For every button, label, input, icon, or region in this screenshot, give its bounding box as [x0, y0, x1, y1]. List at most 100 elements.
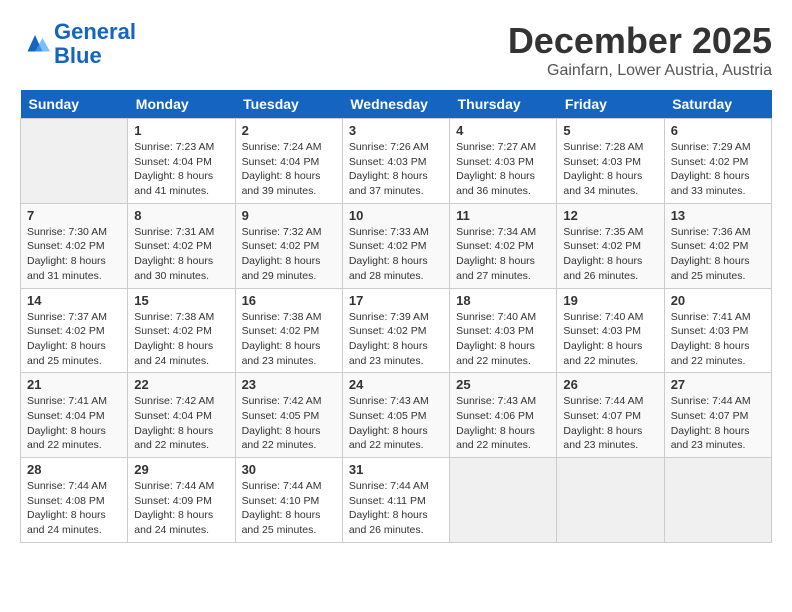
calendar-cell: 9 Sunrise: 7:32 AMSunset: 4:02 PMDaylight… [235, 203, 342, 288]
day-number: 16 [242, 293, 336, 308]
calendar-cell: 22 Sunrise: 7:42 AMSunset: 4:04 PMDayligh… [128, 373, 235, 458]
day-info: Sunrise: 7:38 AMSunset: 4:02 PMDaylight:… [134, 310, 228, 369]
logo-line2: Blue [54, 43, 102, 68]
calendar-cell [557, 458, 664, 543]
calendar-cell: 23 Sunrise: 7:42 AMSunset: 4:05 PMDayligh… [235, 373, 342, 458]
day-number: 2 [242, 123, 336, 138]
day-number: 17 [349, 293, 443, 308]
day-number: 27 [671, 377, 765, 392]
day-number: 4 [456, 123, 550, 138]
day-number: 5 [563, 123, 657, 138]
calendar-cell: 16 Sunrise: 7:38 AMSunset: 4:02 PMDayligh… [235, 288, 342, 373]
day-info: Sunrise: 7:34 AMSunset: 4:02 PMDaylight:… [456, 225, 550, 284]
day-info: Sunrise: 7:29 AMSunset: 4:02 PMDaylight:… [671, 140, 765, 199]
day-info: Sunrise: 7:24 AMSunset: 4:04 PMDaylight:… [242, 140, 336, 199]
day-info: Sunrise: 7:42 AMSunset: 4:04 PMDaylight:… [134, 394, 228, 453]
calendar-cell [664, 458, 771, 543]
day-number: 1 [134, 123, 228, 138]
day-info: Sunrise: 7:32 AMSunset: 4:02 PMDaylight:… [242, 225, 336, 284]
calendar-cell: 19 Sunrise: 7:40 AMSunset: 4:03 PMDayligh… [557, 288, 664, 373]
calendar-cell: 10 Sunrise: 7:33 AMSunset: 4:02 PMDayligh… [342, 203, 449, 288]
calendar-cell: 4 Sunrise: 7:27 AMSunset: 4:03 PMDaylight… [450, 119, 557, 204]
day-info: Sunrise: 7:39 AMSunset: 4:02 PMDaylight:… [349, 310, 443, 369]
day-number: 25 [456, 377, 550, 392]
day-number: 26 [563, 377, 657, 392]
day-info: Sunrise: 7:27 AMSunset: 4:03 PMDaylight:… [456, 140, 550, 199]
day-info: Sunrise: 7:23 AMSunset: 4:04 PMDaylight:… [134, 140, 228, 199]
calendar-cell: 29 Sunrise: 7:44 AMSunset: 4:09 PMDayligh… [128, 458, 235, 543]
day-number: 11 [456, 208, 550, 223]
day-info: Sunrise: 7:38 AMSunset: 4:02 PMDaylight:… [242, 310, 336, 369]
calendar-cell: 28 Sunrise: 7:44 AMSunset: 4:08 PMDayligh… [21, 458, 128, 543]
calendar-cell: 30Sunrise: 7:44 AMSunset: 4:10 PMDayligh… [235, 458, 342, 543]
day-number: 29 [134, 462, 228, 477]
day-number: 24 [349, 377, 443, 392]
day-number: 12 [563, 208, 657, 223]
calendar-week-5: 28 Sunrise: 7:44 AMSunset: 4:08 PMDayligh… [21, 458, 772, 543]
weekday-header-row: SundayMondayTuesdayWednesdayThursdayFrid… [21, 90, 772, 119]
day-info: Sunrise: 7:44 AMSunset: 4:07 PMDaylight:… [671, 394, 765, 453]
day-info: Sunrise: 7:35 AMSunset: 4:02 PMDaylight:… [563, 225, 657, 284]
calendar-cell: 3Sunrise: 7:26 AMSunset: 4:03 PMDaylight… [342, 119, 449, 204]
day-info: Sunrise: 7:44 AMSunset: 4:09 PMDaylight:… [134, 479, 228, 538]
calendar-cell: 14Sunrise: 7:37 AMSunset: 4:02 PMDayligh… [21, 288, 128, 373]
calendar-cell: 27 Sunrise: 7:44 AMSunset: 4:07 PMDayligh… [664, 373, 771, 458]
day-number: 23 [242, 377, 336, 392]
day-number: 22 [134, 377, 228, 392]
weekday-header-saturday: Saturday [664, 90, 771, 119]
day-info: Sunrise: 7:40 AMSunset: 4:03 PMDaylight:… [563, 310, 657, 369]
day-number: 3 [349, 123, 443, 138]
day-number: 18 [456, 293, 550, 308]
day-number: 21 [27, 377, 121, 392]
logo: General Blue [20, 20, 136, 68]
day-number: 14 [27, 293, 121, 308]
calendar-body: 1 Sunrise: 7:23 AMSunset: 4:04 PMDaylight… [21, 119, 772, 543]
calendar-cell: 24Sunrise: 7:43 AMSunset: 4:05 PMDayligh… [342, 373, 449, 458]
day-number: 28 [27, 462, 121, 477]
calendar-cell: 11 Sunrise: 7:34 AMSunset: 4:02 PMDayligh… [450, 203, 557, 288]
month-title: December 2025 [508, 20, 772, 62]
day-number: 9 [242, 208, 336, 223]
day-info: Sunrise: 7:31 AMSunset: 4:02 PMDaylight:… [134, 225, 228, 284]
day-info: Sunrise: 7:44 AMSunset: 4:08 PMDaylight:… [27, 479, 121, 538]
calendar-cell: 15 Sunrise: 7:38 AMSunset: 4:02 PMDayligh… [128, 288, 235, 373]
day-info: Sunrise: 7:28 AMSunset: 4:03 PMDaylight:… [563, 140, 657, 199]
logo-text: General Blue [54, 20, 136, 68]
calendar-cell [21, 119, 128, 204]
calendar-cell: 12 Sunrise: 7:35 AMSunset: 4:02 PMDayligh… [557, 203, 664, 288]
weekday-header-tuesday: Tuesday [235, 90, 342, 119]
day-info: Sunrise: 7:44 AMSunset: 4:11 PMDaylight:… [349, 479, 443, 538]
calendar-cell: 26 Sunrise: 7:44 AMSunset: 4:07 PMDayligh… [557, 373, 664, 458]
weekday-header-wednesday: Wednesday [342, 90, 449, 119]
day-number: 6 [671, 123, 765, 138]
calendar-cell: 31 Sunrise: 7:44 AMSunset: 4:11 PMDayligh… [342, 458, 449, 543]
weekday-header-sunday: Sunday [21, 90, 128, 119]
day-number: 19 [563, 293, 657, 308]
day-info: Sunrise: 7:30 AMSunset: 4:02 PMDaylight:… [27, 225, 121, 284]
calendar-cell: 1 Sunrise: 7:23 AMSunset: 4:04 PMDaylight… [128, 119, 235, 204]
day-number: 8 [134, 208, 228, 223]
day-info: Sunrise: 7:33 AMSunset: 4:02 PMDaylight:… [349, 225, 443, 284]
calendar-cell: 18 Sunrise: 7:40 AMSunset: 4:03 PMDayligh… [450, 288, 557, 373]
calendar-week-2: 7Sunrise: 7:30 AMSunset: 4:02 PMDaylight… [21, 203, 772, 288]
calendar-week-1: 1 Sunrise: 7:23 AMSunset: 4:04 PMDaylight… [21, 119, 772, 204]
day-info: Sunrise: 7:44 AMSunset: 4:10 PMDaylight:… [242, 479, 336, 538]
calendar-cell: 17 Sunrise: 7:39 AMSunset: 4:02 PMDayligh… [342, 288, 449, 373]
weekday-header-thursday: Thursday [450, 90, 557, 119]
day-info: Sunrise: 7:44 AMSunset: 4:07 PMDaylight:… [563, 394, 657, 453]
calendar-cell: 2 Sunrise: 7:24 AMSunset: 4:04 PMDaylight… [235, 119, 342, 204]
day-info: Sunrise: 7:40 AMSunset: 4:03 PMDaylight:… [456, 310, 550, 369]
calendar-cell: 6 Sunrise: 7:29 AMSunset: 4:02 PMDaylight… [664, 119, 771, 204]
calendar-week-4: 21Sunrise: 7:41 AMSunset: 4:04 PMDayligh… [21, 373, 772, 458]
calendar-cell [450, 458, 557, 543]
day-number: 13 [671, 208, 765, 223]
day-info: Sunrise: 7:42 AMSunset: 4:05 PMDaylight:… [242, 394, 336, 453]
day-number: 15 [134, 293, 228, 308]
title-section: December 2025 Gainfarn, Lower Austria, A… [508, 20, 772, 80]
calendar-week-3: 14Sunrise: 7:37 AMSunset: 4:02 PMDayligh… [21, 288, 772, 373]
day-number: 10 [349, 208, 443, 223]
day-info: Sunrise: 7:41 AMSunset: 4:03 PMDaylight:… [671, 310, 765, 369]
weekday-header-monday: Monday [128, 90, 235, 119]
calendar-header: SundayMondayTuesdayWednesdayThursdayFrid… [21, 90, 772, 119]
day-number: 31 [349, 462, 443, 477]
